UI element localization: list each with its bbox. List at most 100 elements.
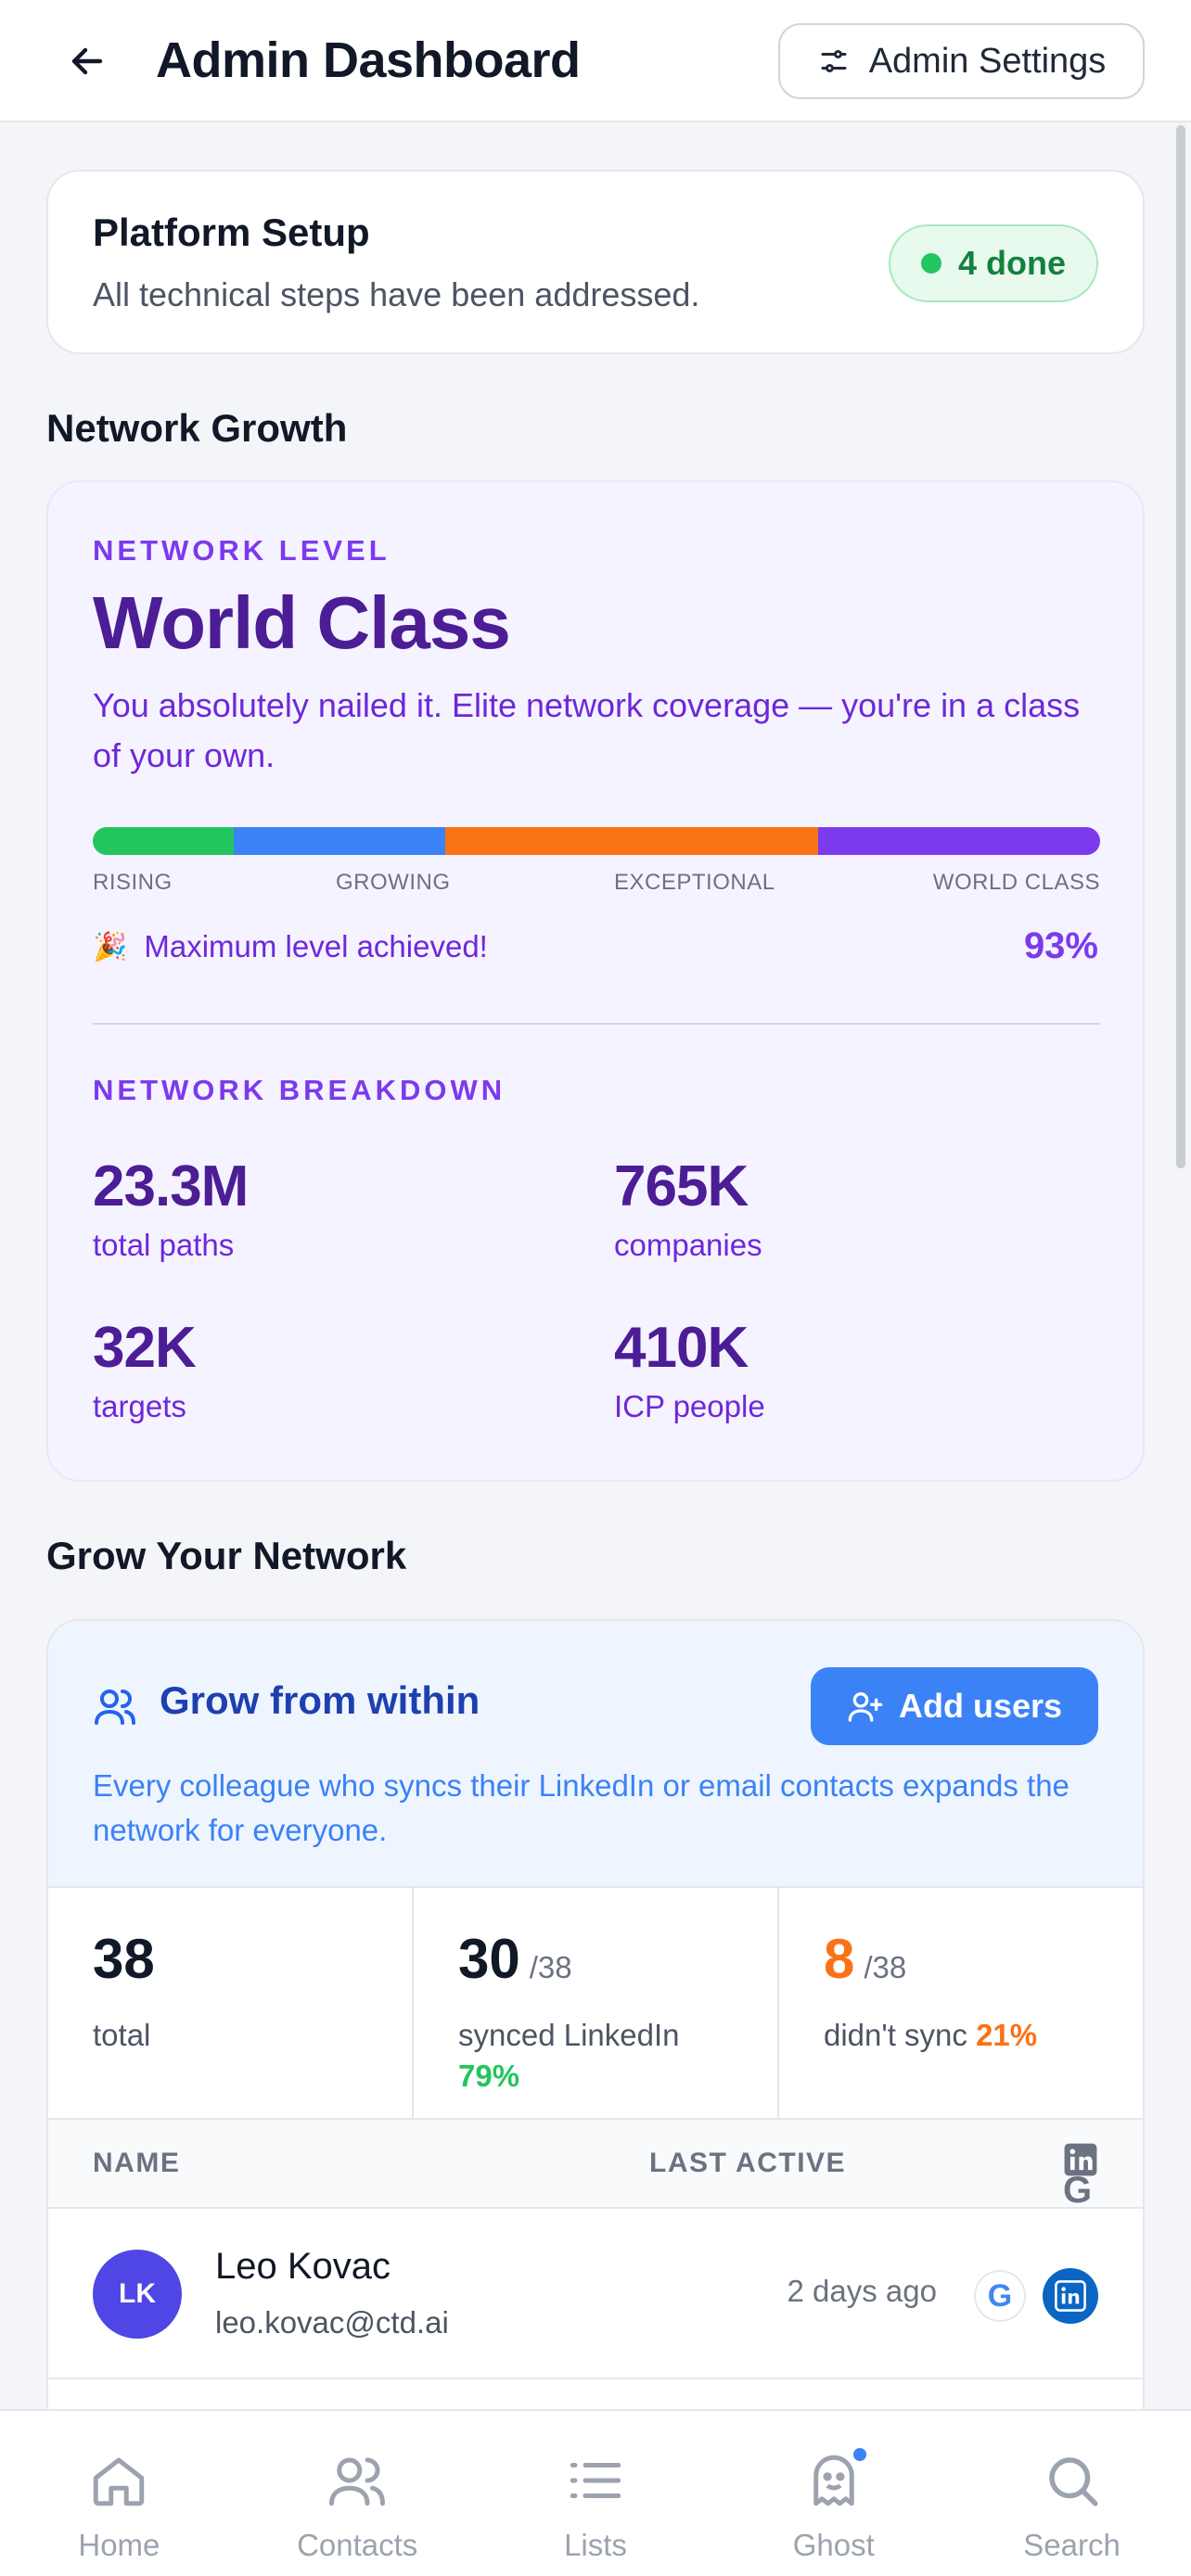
count-synced: 30/38 synced LinkedIn 79% [414,1888,779,2118]
network-level-name: World Class [93,581,511,664]
count-value: 30/38 [458,1927,572,1991]
network-level-percent: 93% [1023,925,1098,966]
row-name: Leo Kovac [215,2246,391,2287]
count-not-synced: 8/38 didn't sync 21% [779,1888,1143,2118]
tier-rising-segment [93,827,235,855]
stat-value: 23.3M [93,1154,249,1218]
tier-label-growing: GROWING [336,870,451,895]
setup-subtitle: All technical steps have been addressed. [93,275,700,313]
stat-value: 765K [614,1154,749,1218]
tier-labels: RISING GROWING EXCEPTIONAL WORLD CLASS [93,870,1100,901]
grow-description: Every colleague who syncs their LinkedIn… [93,1768,1069,1847]
add-user-icon [848,1692,883,1722]
platform-setup-card: Platform Setup All technical steps have … [46,170,1145,354]
achievement-line: 🎉 Maximum level achieved! [93,929,488,964]
nav-contacts[interactable]: Contacts [238,2411,477,2576]
setup-title: Platform Setup [93,210,370,254]
count-total: 38 total [48,1888,414,2118]
stat-label: ICP people [614,1389,765,1423]
bottom-nav: Home Contacts Lists Ghost Search [0,2409,1191,2576]
grow-title: Grow from within [160,1678,480,1722]
stat-value: 32K [93,1316,197,1380]
sliders-icon [821,50,847,72]
nav-label: Search [1023,2528,1121,2562]
table-header: NAME LAST ACTIVE G [48,2120,1143,2211]
table-row[interactable]: LK Leo Kovac leo.kovac@ctd.ai 2 days ago… [48,2209,1143,2379]
count-label: synced LinkedIn 79% [458,2018,680,2094]
home-icon [94,2457,145,2506]
nav-label: Lists [564,2528,627,2562]
add-users-label: Add users [898,1687,1063,1725]
party-popper-icon: 🎉 [93,931,128,963]
nav-ghost[interactable]: Ghost [714,2411,953,2576]
back-button[interactable] [61,37,113,85]
add-users-button[interactable]: Add users [811,1667,1098,1745]
network-level-description: You absolutely nailed it. Elite network … [93,686,1081,774]
nav-lists[interactable]: Lists [477,2411,715,2576]
app-header: Admin Dashboard Admin Settings [0,0,1191,122]
col-header-sources: G [1063,2142,1098,2211]
tier-world-class-segment [817,827,1100,855]
admin-settings-label: Admin Settings [868,41,1107,81]
linkedin-synced-icon [1043,2268,1098,2324]
admin-settings-button[interactable]: Admin Settings [778,23,1145,99]
list-icon [570,2463,621,2498]
stat-label: total paths [93,1228,235,1262]
network-breakdown-eyebrow: NETWORK BREAKDOWN [93,1074,506,1106]
search-icon [1048,2457,1098,2506]
row-last-active: 2 days ago [787,2274,937,2308]
users-icon [95,1690,135,1725]
level-progress-bar [93,827,1100,855]
contacts-icon [329,2457,386,2506]
tier-label-world-class: WORLD CLASS [932,870,1100,895]
network-growth-heading: Network Growth [46,406,348,450]
google-synced-icon: G [974,2270,1026,2322]
user-counts: 38 total 30/38 synced LinkedIn 79% 8/38 … [48,1888,1143,2120]
achievement-text: Maximum level achieved! [144,929,488,963]
network-level-card: NETWORK LEVEL World Class You absolutely… [46,480,1145,1482]
stat-label: companies [614,1228,762,1262]
count-value: 38 [93,1927,155,1991]
count-number: 30 [458,1928,520,1990]
col-header-name[interactable]: NAME [93,2148,180,2179]
count-label-text: synced LinkedIn [458,2018,680,2052]
grow-network-heading: Grow Your Network [46,1534,407,1577]
divider [93,1023,1100,1025]
tier-growing-segment [234,827,446,855]
col-header-last-active[interactable]: LAST ACTIVE [649,2148,846,2179]
arrow-left-icon [71,47,103,75]
notification-dot [853,2448,867,2461]
tier-exceptional-segment [445,827,818,855]
page-title: Admin Dashboard [156,32,581,88]
row-email: leo.kovac@ctd.ai [215,2305,449,2340]
nav-label: Ghost [792,2528,875,2562]
nav-home[interactable]: Home [0,2411,238,2576]
stat-companies: 765K companies [614,1154,762,1263]
scrollbar[interactable] [1176,125,1185,1168]
count-value: 8/38 [824,1927,906,1991]
count-number: 38 [93,1928,155,1990]
grow-header: Grow from within Add users Every colleag… [48,1621,1143,1888]
network-level-eyebrow: NETWORK LEVEL [93,534,391,567]
count-label-text: didn't sync [824,2018,967,2052]
nav-search[interactable]: Search [953,2411,1191,2576]
count-label: total [93,2018,151,2052]
tier-label-exceptional: EXCEPTIONAL [614,870,775,895]
stat-targets: 32K targets [93,1315,197,1424]
count-number: 8 [824,1928,855,1990]
count-label: didn't sync 21% [824,2018,1037,2053]
status-dot-icon [920,253,941,274]
count-percent: 21% [976,2018,1038,2052]
status-badge: 4 done [889,224,1098,302]
count-of: /38 [529,1950,572,1984]
tier-label-rising: RISING [93,870,173,895]
stat-label: targets [93,1389,186,1423]
nav-label: Home [78,2528,160,2562]
nav-label: Contacts [297,2528,418,2562]
status-badge-label: 4 done [957,244,1066,282]
stat-icp-people: 410K ICP people [614,1315,765,1424]
avatar: LK [93,2250,182,2339]
count-percent: 79% [458,2059,520,2093]
stat-total-paths: 23.3M total paths [93,1154,249,1263]
count-of: /38 [864,1950,907,1984]
